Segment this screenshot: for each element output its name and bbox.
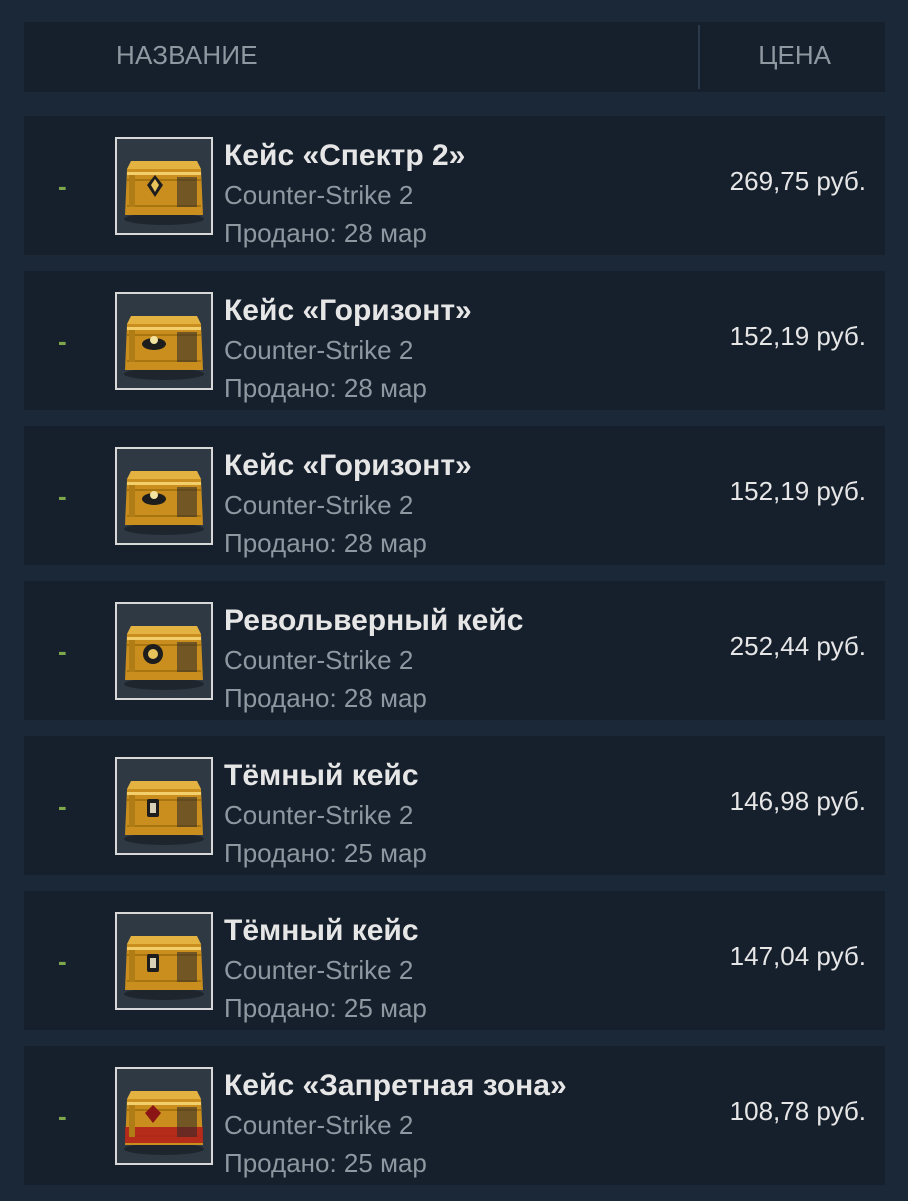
spectrum-2-case-icon (117, 139, 211, 233)
item-thumbnail[interactable] (115, 1067, 213, 1165)
listing-row[interactable]: - Кейс «Спектр 2» Counter-Strike 2 Продано:… (24, 116, 885, 255)
revolver-case-icon (117, 604, 211, 698)
column-header-name[interactable]: НАЗВАНИЕ (116, 22, 258, 88)
item-name[interactable]: Кейс «Горизонт» (224, 446, 472, 486)
item-thumbnail[interactable] (115, 447, 213, 545)
item-price: 269,75 руб. (729, 166, 866, 196)
item-game: Counter-Strike 2 (224, 335, 414, 365)
item-thumbnail[interactable] (115, 602, 213, 700)
item-sold-date: Продано: 25 мар (224, 838, 427, 868)
item-thumbnail[interactable] (115, 757, 213, 855)
item-price: 147,04 руб. (729, 941, 866, 971)
status-dash: - (58, 636, 67, 666)
item-game: Counter-Strike 2 (224, 490, 414, 520)
listing-row[interactable]: - Тёмный кейс Counter-Strike 2 Продано: 25 … (24, 736, 885, 875)
shadow-case-icon (117, 914, 211, 1008)
item-price: 152,19 руб. (729, 476, 866, 506)
item-game: Counter-Strike 2 (224, 1110, 414, 1140)
status-dash: - (58, 171, 67, 201)
item-sold-date: Продано: 28 мар (224, 528, 427, 558)
status-dash: - (58, 791, 67, 821)
item-thumbnail[interactable] (115, 292, 213, 390)
listings-header: НАЗВАНИЕ ЦЕНА (24, 22, 885, 92)
item-sold-date: Продано: 28 мар (224, 373, 427, 403)
item-name[interactable]: Револьверный кейс (224, 601, 523, 641)
danger-zone-case-icon (117, 1069, 211, 1163)
column-divider (698, 25, 700, 89)
horizon-case-icon (117, 294, 211, 388)
item-thumbnail[interactable] (115, 137, 213, 235)
sold-listings: - Кейс «Спектр 2» Counter-Strike 2 Продано:… (24, 116, 885, 1201)
item-sold-date: Продано: 28 мар (224, 218, 427, 248)
status-dash: - (58, 1101, 67, 1131)
item-name[interactable]: Тёмный кейс (224, 756, 419, 796)
item-game: Counter-Strike 2 (224, 955, 414, 985)
item-name[interactable]: Кейс «Спектр 2» (224, 136, 465, 176)
shadow-case-icon (117, 759, 211, 853)
item-sold-date: Продано: 25 мар (224, 1148, 427, 1178)
status-dash: - (58, 481, 67, 511)
item-game: Counter-Strike 2 (224, 180, 414, 210)
status-dash: - (58, 946, 67, 976)
item-price: 108,78 руб. (729, 1096, 866, 1126)
listing-row[interactable]: - Револьверный кейс Counter-Strike 2 Продан… (24, 581, 885, 720)
listing-row[interactable]: - Кейс «Горизонт» Counter-Strike 2 Продано:… (24, 426, 885, 565)
item-game: Counter-Strike 2 (224, 800, 414, 830)
item-name[interactable]: Кейс «Горизонт» (224, 291, 472, 331)
item-price: 152,19 руб. (729, 321, 866, 351)
horizon-case-icon (117, 449, 211, 543)
item-name[interactable]: Кейс «Запретная зона» (224, 1066, 567, 1106)
item-sold-date: Продано: 25 мар (224, 993, 427, 1023)
listing-row[interactable]: - Тёмный кейс Counter-Strike 2 Продано: 25 … (24, 891, 885, 1030)
listing-row[interactable]: - Кейс «Запретная зона» Counter-Strike 2 Пр… (24, 1046, 885, 1185)
item-thumbnail[interactable] (115, 912, 213, 1010)
listing-row[interactable]: - Кейс «Горизонт» Counter-Strike 2 Продано:… (24, 271, 885, 410)
item-price: 146,98 руб. (729, 786, 866, 816)
item-game: Counter-Strike 2 (224, 645, 414, 675)
column-header-price[interactable]: ЦЕНА (758, 22, 831, 88)
status-dash: - (58, 326, 67, 356)
item-name[interactable]: Тёмный кейс (224, 911, 419, 951)
item-sold-date: Продано: 28 мар (224, 683, 427, 713)
item-price: 252,44 руб. (729, 631, 866, 661)
